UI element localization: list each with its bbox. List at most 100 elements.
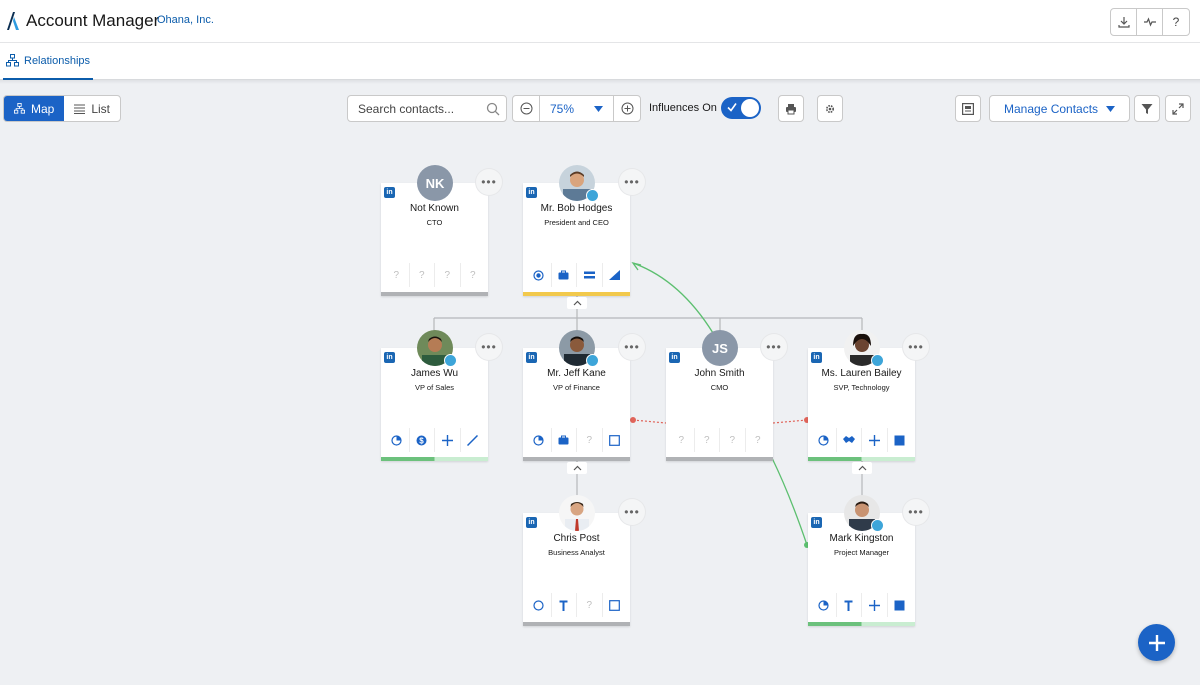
contact-name: Not Known — [410, 203, 459, 214]
wrench-badge-icon — [586, 189, 599, 202]
contact-name: Mark Kingston — [829, 533, 894, 544]
plus-icon[interactable] — [862, 593, 888, 617]
status-bar — [523, 622, 630, 626]
contact-title: President and CEO — [544, 218, 609, 227]
contact-title: CTO — [426, 218, 443, 227]
linkedin-icon[interactable]: in — [384, 352, 395, 363]
circle-outline-icon[interactable] — [526, 593, 552, 617]
more-actions-button[interactable]: ••• — [619, 169, 645, 195]
contact-name: James Wu — [410, 368, 459, 379]
pie-icon[interactable] — [811, 428, 837, 452]
contact-title: VP of Sales — [414, 383, 455, 392]
collapse-toggle[interactable] — [567, 297, 587, 309]
avatar-initials: NK — [425, 175, 445, 191]
square-outline-icon[interactable] — [603, 428, 628, 452]
tool-icon[interactable] — [837, 593, 862, 617]
more-actions-button[interactable]: ••• — [761, 334, 787, 360]
contact-title: Project Manager — [833, 548, 890, 557]
unknown-icon[interactable]: ? — [577, 428, 603, 452]
status-bar — [381, 292, 488, 296]
contact-name: Mr. Jeff Kane — [547, 368, 606, 379]
wrench-badge-icon — [586, 354, 599, 367]
unknown-icon[interactable]: ? — [720, 428, 746, 452]
contact-title: SVP, Technology — [833, 383, 890, 392]
avatar — [559, 165, 599, 202]
plus-icon — [1148, 634, 1165, 651]
plus-icon[interactable] — [862, 428, 888, 452]
chevron-up-icon — [858, 465, 866, 471]
wrench-badge-icon — [444, 354, 457, 367]
avatar-initials: JS — [712, 340, 728, 356]
contact-attributes — [811, 593, 912, 617]
more-actions-button[interactable]: ••• — [903, 499, 929, 525]
target-icon[interactable] — [526, 263, 552, 287]
linkedin-icon[interactable]: in — [526, 352, 537, 363]
contact-title: CMO — [710, 383, 729, 392]
avatar — [417, 330, 457, 367]
status-bar — [523, 292, 630, 296]
unknown-icon[interactable]: ? — [384, 263, 410, 287]
pie-icon[interactable] — [811, 593, 837, 617]
linkedin-icon[interactable]: in — [811, 517, 822, 528]
status-bar — [808, 622, 915, 626]
unknown-icon[interactable]: ? — [461, 263, 486, 287]
unknown-icon[interactable]: ? — [669, 428, 695, 452]
trend-icon[interactable] — [461, 428, 486, 452]
contact-name: Mr. Bob Hodges — [540, 203, 613, 214]
square-filled-icon[interactable] — [888, 428, 913, 452]
briefcase-icon[interactable] — [552, 428, 577, 452]
unknown-icon[interactable]: ? — [410, 263, 435, 287]
status-bar — [666, 457, 773, 461]
dollar-icon[interactable]: $ — [410, 428, 435, 452]
unknown-icon[interactable]: ? — [435, 263, 461, 287]
collapse-toggle[interactable] — [852, 462, 872, 474]
avatar — [559, 330, 599, 367]
contact-attributes: ? ? ? ? — [384, 263, 485, 287]
chevron-up-icon — [573, 300, 581, 306]
linkedin-icon[interactable]: in — [669, 352, 680, 363]
contact-attributes — [526, 263, 627, 287]
more-actions-button[interactable]: ••• — [619, 499, 645, 525]
unknown-icon[interactable]: ? — [695, 428, 720, 452]
pie-icon[interactable] — [384, 428, 410, 452]
signal-icon[interactable] — [603, 263, 628, 287]
chevron-up-icon — [573, 465, 581, 471]
equals-icon[interactable] — [577, 263, 603, 287]
more-actions-button[interactable]: ••• — [619, 334, 645, 360]
tool-icon[interactable] — [552, 593, 577, 617]
avatar — [844, 330, 884, 367]
add-contact-button[interactable] — [1138, 624, 1175, 661]
linkedin-icon[interactable]: in — [526, 187, 537, 198]
linkedin-icon[interactable]: in — [526, 517, 537, 528]
unknown-icon[interactable]: ? — [746, 428, 771, 452]
contact-attributes: ? — [526, 428, 627, 452]
avatar: NK — [417, 165, 453, 201]
contact-title: VP of Finance — [553, 383, 600, 392]
square-filled-icon[interactable] — [888, 593, 913, 617]
collapse-toggle[interactable] — [567, 462, 587, 474]
linkedin-icon[interactable]: in — [811, 352, 822, 363]
wrench-badge-icon — [871, 519, 884, 532]
square-outline-icon[interactable] — [603, 593, 628, 617]
contact-attributes — [811, 428, 912, 452]
linkedin-icon[interactable]: in — [384, 187, 395, 198]
status-bar — [808, 457, 915, 461]
more-actions-button[interactable]: ••• — [476, 334, 502, 360]
avatar — [559, 495, 595, 531]
contact-name: John Smith — [694, 368, 745, 379]
contact-title: Business Analyst — [548, 548, 605, 557]
more-actions-button[interactable]: ••• — [903, 334, 929, 360]
more-actions-button[interactable]: ••• — [476, 169, 502, 195]
contact-name: Ms. Lauren Bailey — [821, 368, 902, 379]
briefcase-icon[interactable] — [552, 263, 577, 287]
contact-name: Chris Post — [553, 533, 600, 544]
contact-attributes: ? — [526, 593, 627, 617]
pie-icon[interactable] — [526, 428, 552, 452]
handshake-icon[interactable] — [837, 428, 862, 452]
contact-attributes: ? ? ? ? — [669, 428, 770, 452]
contact-attributes: $ — [384, 428, 485, 452]
status-bar — [523, 457, 630, 461]
unknown-icon[interactable]: ? — [577, 593, 603, 617]
plus-icon[interactable] — [435, 428, 461, 452]
wrench-badge-icon — [871, 354, 884, 367]
